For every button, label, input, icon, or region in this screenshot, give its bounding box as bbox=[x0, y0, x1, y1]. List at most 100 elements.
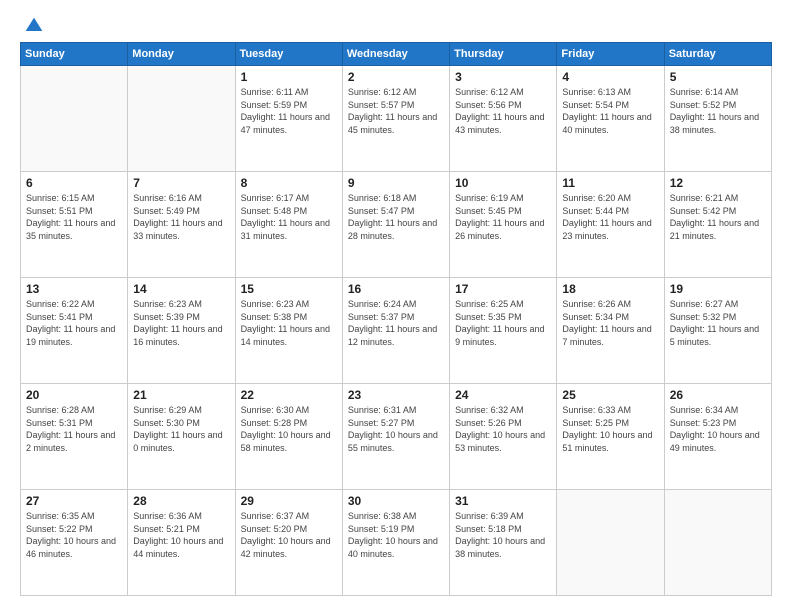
day-number: 6 bbox=[26, 176, 122, 190]
cell-info: Sunrise: 6:16 AMSunset: 5:49 PMDaylight:… bbox=[133, 192, 229, 242]
cell-info: Sunrise: 6:21 AMSunset: 5:42 PMDaylight:… bbox=[670, 192, 766, 242]
week-row-4: 20 Sunrise: 6:28 AMSunset: 5:31 PMDayligh… bbox=[21, 384, 772, 490]
week-row-1: 1 Sunrise: 6:11 AMSunset: 5:59 PMDaylight… bbox=[21, 66, 772, 172]
day-cell: 12Sunrise: 6:21 AMSunset: 5:42 PMDayligh… bbox=[664, 172, 771, 278]
day-number: 27 bbox=[26, 494, 122, 508]
day-number: 1 bbox=[241, 70, 337, 84]
calendar-table: SundayMondayTuesdayWednesdayThursdayFrid… bbox=[20, 42, 772, 596]
cell-info: Sunrise: 6:26 AMSunset: 5:34 PMDaylight:… bbox=[562, 298, 658, 348]
header bbox=[20, 16, 772, 32]
day-number: 22 bbox=[241, 388, 337, 402]
day-cell: 13 Sunrise: 6:22 AMSunset: 5:41 PMDayligh… bbox=[21, 278, 128, 384]
logo-icon bbox=[24, 16, 44, 36]
day-cell: 3 Sunrise: 6:12 AMSunset: 5:56 PMDaylight… bbox=[450, 66, 557, 172]
cell-info: Sunrise: 6:14 AMSunset: 5:52 PMDaylight:… bbox=[670, 86, 766, 136]
day-number: 19 bbox=[670, 282, 766, 296]
day-cell: 21Sunrise: 6:29 AMSunset: 5:30 PMDayligh… bbox=[128, 384, 235, 490]
cell-info: Sunrise: 6:35 AMSunset: 5:22 PMDaylight:… bbox=[26, 510, 122, 560]
day-cell: 9Sunrise: 6:18 AMSunset: 5:47 PMDaylight… bbox=[342, 172, 449, 278]
cell-info: Sunrise: 6:32 AMSunset: 5:26 PMDaylight:… bbox=[455, 404, 551, 454]
day-cell: 31 Sunrise: 6:39 AMSunset: 5:18 PMDayligh… bbox=[450, 490, 557, 596]
day-cell: 2 Sunrise: 6:12 AMSunset: 5:57 PMDaylight… bbox=[342, 66, 449, 172]
day-number: 7 bbox=[133, 176, 229, 190]
day-number: 23 bbox=[348, 388, 444, 402]
weekday-header-saturday: Saturday bbox=[664, 43, 771, 66]
weekday-header-monday: Monday bbox=[128, 43, 235, 66]
day-cell: 14Sunrise: 6:23 AMSunset: 5:39 PMDayligh… bbox=[128, 278, 235, 384]
day-number: 11 bbox=[562, 176, 658, 190]
cell-info: Sunrise: 6:25 AMSunset: 5:35 PMDaylight:… bbox=[455, 298, 551, 348]
cell-info: Sunrise: 6:38 AMSunset: 5:19 PMDaylight:… bbox=[348, 510, 444, 560]
cell-info: Sunrise: 6:39 AMSunset: 5:18 PMDaylight:… bbox=[455, 510, 551, 560]
day-number: 14 bbox=[133, 282, 229, 296]
day-number: 5 bbox=[670, 70, 766, 84]
cell-info: Sunrise: 6:24 AMSunset: 5:37 PMDaylight:… bbox=[348, 298, 444, 348]
cell-info: Sunrise: 6:17 AMSunset: 5:48 PMDaylight:… bbox=[241, 192, 337, 242]
day-cell: 24 Sunrise: 6:32 AMSunset: 5:26 PMDayligh… bbox=[450, 384, 557, 490]
cell-info: Sunrise: 6:11 AMSunset: 5:59 PMDaylight:… bbox=[241, 86, 337, 136]
day-number: 25 bbox=[562, 388, 658, 402]
cell-info: Sunrise: 6:33 AMSunset: 5:25 PMDaylight:… bbox=[562, 404, 658, 454]
day-number: 18 bbox=[562, 282, 658, 296]
day-cell: 1 Sunrise: 6:11 AMSunset: 5:59 PMDaylight… bbox=[235, 66, 342, 172]
day-number: 26 bbox=[670, 388, 766, 402]
day-cell bbox=[557, 490, 664, 596]
day-number: 17 bbox=[455, 282, 551, 296]
day-cell: 11Sunrise: 6:20 AMSunset: 5:44 PMDayligh… bbox=[557, 172, 664, 278]
day-number: 20 bbox=[26, 388, 122, 402]
week-row-2: 6 Sunrise: 6:15 AMSunset: 5:51 PMDaylight… bbox=[21, 172, 772, 278]
page: SundayMondayTuesdayWednesdayThursdayFrid… bbox=[0, 0, 792, 612]
day-number: 31 bbox=[455, 494, 551, 508]
cell-info: Sunrise: 6:15 AMSunset: 5:51 PMDaylight:… bbox=[26, 192, 122, 242]
day-cell: 22 Sunrise: 6:30 AMSunset: 5:28 PMDayligh… bbox=[235, 384, 342, 490]
cell-info: Sunrise: 6:28 AMSunset: 5:31 PMDaylight:… bbox=[26, 404, 122, 454]
cell-info: Sunrise: 6:36 AMSunset: 5:21 PMDaylight:… bbox=[133, 510, 229, 560]
day-cell: 26 Sunrise: 6:34 AMSunset: 5:23 PMDayligh… bbox=[664, 384, 771, 490]
cell-info: Sunrise: 6:19 AMSunset: 5:45 PMDaylight:… bbox=[455, 192, 551, 242]
day-cell bbox=[21, 66, 128, 172]
day-cell: 20 Sunrise: 6:28 AMSunset: 5:31 PMDayligh… bbox=[21, 384, 128, 490]
day-cell: 6 Sunrise: 6:15 AMSunset: 5:51 PMDaylight… bbox=[21, 172, 128, 278]
day-cell: 4Sunrise: 6:13 AMSunset: 5:54 PMDaylight… bbox=[557, 66, 664, 172]
day-cell: 8 Sunrise: 6:17 AMSunset: 5:48 PMDaylight… bbox=[235, 172, 342, 278]
day-cell: 15 Sunrise: 6:23 AMSunset: 5:38 PMDayligh… bbox=[235, 278, 342, 384]
week-row-5: 27 Sunrise: 6:35 AMSunset: 5:22 PMDayligh… bbox=[21, 490, 772, 596]
day-number: 3 bbox=[455, 70, 551, 84]
day-number: 9 bbox=[348, 176, 444, 190]
day-number: 29 bbox=[241, 494, 337, 508]
cell-info: Sunrise: 6:12 AMSunset: 5:57 PMDaylight:… bbox=[348, 86, 444, 136]
cell-info: Sunrise: 6:31 AMSunset: 5:27 PMDaylight:… bbox=[348, 404, 444, 454]
day-cell bbox=[128, 66, 235, 172]
day-number: 16 bbox=[348, 282, 444, 296]
day-number: 24 bbox=[455, 388, 551, 402]
day-cell: 28 Sunrise: 6:36 AMSunset: 5:21 PMDayligh… bbox=[128, 490, 235, 596]
day-cell: 30 Sunrise: 6:38 AMSunset: 5:19 PMDayligh… bbox=[342, 490, 449, 596]
day-cell: 5 Sunrise: 6:14 AMSunset: 5:52 PMDaylight… bbox=[664, 66, 771, 172]
day-cell: 17 Sunrise: 6:25 AMSunset: 5:35 PMDayligh… bbox=[450, 278, 557, 384]
week-row-3: 13 Sunrise: 6:22 AMSunset: 5:41 PMDayligh… bbox=[21, 278, 772, 384]
day-cell: 18 Sunrise: 6:26 AMSunset: 5:34 PMDayligh… bbox=[557, 278, 664, 384]
day-number: 2 bbox=[348, 70, 444, 84]
cell-info: Sunrise: 6:12 AMSunset: 5:56 PMDaylight:… bbox=[455, 86, 551, 136]
weekday-header-row: SundayMondayTuesdayWednesdayThursdayFrid… bbox=[21, 43, 772, 66]
cell-info: Sunrise: 6:37 AMSunset: 5:20 PMDaylight:… bbox=[241, 510, 337, 560]
day-cell bbox=[664, 490, 771, 596]
cell-info: Sunrise: 6:34 AMSunset: 5:23 PMDaylight:… bbox=[670, 404, 766, 454]
day-number: 28 bbox=[133, 494, 229, 508]
weekday-header-friday: Friday bbox=[557, 43, 664, 66]
cell-info: Sunrise: 6:22 AMSunset: 5:41 PMDaylight:… bbox=[26, 298, 122, 348]
weekday-header-tuesday: Tuesday bbox=[235, 43, 342, 66]
day-number: 13 bbox=[26, 282, 122, 296]
day-cell: 23 Sunrise: 6:31 AMSunset: 5:27 PMDayligh… bbox=[342, 384, 449, 490]
cell-info: Sunrise: 6:23 AMSunset: 5:38 PMDaylight:… bbox=[241, 298, 337, 348]
day-number: 30 bbox=[348, 494, 444, 508]
day-number: 10 bbox=[455, 176, 551, 190]
day-number: 15 bbox=[241, 282, 337, 296]
weekday-header-sunday: Sunday bbox=[21, 43, 128, 66]
logo bbox=[20, 16, 44, 32]
cell-info: Sunrise: 6:30 AMSunset: 5:28 PMDaylight:… bbox=[241, 404, 337, 454]
weekday-header-wednesday: Wednesday bbox=[342, 43, 449, 66]
day-cell: 16 Sunrise: 6:24 AMSunset: 5:37 PMDayligh… bbox=[342, 278, 449, 384]
day-number: 8 bbox=[241, 176, 337, 190]
cell-info: Sunrise: 6:13 AMSunset: 5:54 PMDaylight:… bbox=[562, 86, 658, 136]
